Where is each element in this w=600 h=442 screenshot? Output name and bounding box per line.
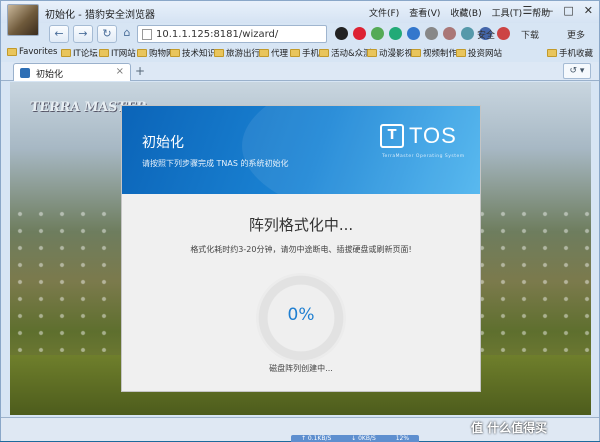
favorites-item[interactable]: 技术知识: [170, 47, 216, 59]
more-button[interactable]: 更多: [567, 28, 585, 41]
folder-icon: [7, 48, 17, 56]
favorites-item[interactable]: 购物网: [137, 47, 175, 59]
window-icon[interactable]: [461, 27, 474, 40]
favorites-item[interactable]: 视频制作: [411, 47, 457, 59]
tab-favicon-icon: [20, 68, 30, 78]
translate-icon[interactable]: [389, 27, 402, 40]
window-controls: ☰ — □ ✕: [523, 4, 594, 17]
favorites-item[interactable]: Favorites: [7, 47, 57, 57]
folder-icon: [411, 49, 421, 57]
menu-favorites[interactable]: 收藏(B): [450, 6, 481, 19]
title-bar: 初始化 - 猎豹安全浏览器 文件(F) 查看(V) 收藏(B) 工具(T) 帮助…: [1, 1, 599, 23]
menu-tools[interactable]: 工具(T): [492, 6, 523, 19]
navigation-bar: ← → ↻ ⌂ 10.1.1.125:8181/wizard/ 安全 下载 更多: [1, 23, 599, 45]
download-button[interactable]: 下载: [521, 28, 539, 41]
favorites-item[interactable]: 旅游出行: [214, 47, 260, 59]
back-button[interactable]: ←: [49, 25, 69, 43]
window-title: 初始化 - 猎豹安全浏览器: [45, 10, 155, 21]
progress-percent: 0%: [287, 305, 315, 325]
tos-tagline: TerraMaster Operating System: [382, 154, 465, 159]
hamburger-menu-icon[interactable]: ☰: [523, 4, 533, 17]
dialog-title: 初始化: [142, 135, 184, 151]
folder-icon: [456, 49, 466, 57]
tos-mark-icon: T: [380, 124, 404, 148]
format-heading: 阵列格式化中...: [248, 216, 354, 234]
maximize-button[interactable]: □: [563, 4, 573, 17]
shield-icon[interactable]: [497, 27, 510, 40]
tab-close-icon[interactable]: ×: [116, 66, 124, 77]
screenshot-icon[interactable]: [425, 27, 438, 40]
browser-window: 初始化 - 猎豹安全浏览器 文件(F) 查看(V) 收藏(B) 工具(T) 帮助…: [0, 0, 600, 442]
favorites-item[interactable]: IT论坛: [61, 47, 98, 59]
new-tab-button[interactable]: +: [135, 64, 145, 78]
menu-view[interactable]: 查看(V): [409, 6, 440, 19]
format-warning: 格式化耗时约3-20分钟，请勿中途断电、插拔硬盘或刷新页面!: [190, 245, 412, 254]
folder-icon: [61, 49, 71, 57]
favorites-item[interactable]: 动漫影视: [367, 47, 413, 59]
check-icon[interactable]: [371, 27, 384, 40]
safe-label[interactable]: 安全: [477, 28, 495, 41]
favorites-item[interactable]: 活动&众测: [319, 47, 372, 59]
refresh-button[interactable]: ↻: [97, 25, 117, 43]
home-button[interactable]: ⌂: [117, 25, 137, 43]
minimize-button[interactable]: —: [542, 4, 553, 17]
folder-icon: [319, 49, 329, 57]
address-bar[interactable]: 10.1.1.125:8181/wizard/: [137, 25, 327, 43]
tos-logo: T TOS: [380, 123, 457, 149]
dialog-subtitle: 请按照下列步骤完成 TNAS 的系统初始化: [142, 159, 289, 168]
folder-icon: [170, 49, 180, 57]
folder-icon: [137, 49, 147, 57]
extension-icon[interactable]: [407, 27, 420, 40]
tab-bar: 初始化 × + ↺ ▾: [1, 62, 599, 81]
cut-icon[interactable]: [443, 27, 456, 40]
favorites-bar: Favorites IT论坛 IT网站 购物网 技术知识 旅游出行 代理 手机 …: [1, 45, 599, 61]
page-icon: [142, 29, 152, 40]
watermark: 值 什么值得买: [471, 421, 548, 435]
menu-file[interactable]: 文件(F): [369, 6, 399, 19]
tab-label: 初始化: [36, 70, 64, 80]
dialog-header: 初始化 请按照下列步骤完成 TNAS 的系统初始化 T TOS TerraMas…: [122, 106, 480, 194]
page-content: TERRA MASTER 初始化 请按照下列步骤完成 TNAS 的系统初始化 T…: [10, 82, 591, 415]
close-button[interactable]: ✕: [584, 4, 593, 17]
folder-icon: [367, 49, 377, 57]
folder-icon: [214, 49, 224, 57]
folder-icon: [99, 49, 109, 57]
folder-icon: [259, 49, 269, 57]
tab-initialize[interactable]: 初始化 ×: [13, 63, 131, 81]
progress-ring: 0%: [256, 273, 346, 363]
adblock-icon[interactable]: [353, 27, 366, 40]
user-avatar[interactable]: [7, 4, 39, 36]
tos-brand-name: TOS: [409, 123, 457, 148]
folder-icon: [290, 49, 300, 57]
folder-icon: [547, 49, 557, 57]
favorites-item[interactable]: 手机: [290, 47, 319, 59]
favorites-item[interactable]: IT网站: [99, 47, 136, 59]
favorites-item[interactable]: 代理: [259, 47, 288, 59]
favorites-item[interactable]: 投资网站: [456, 47, 502, 59]
forward-button[interactable]: →: [73, 25, 93, 43]
favorites-item[interactable]: 手机收藏: [547, 47, 593, 59]
progress-status: 磁盘阵列创建中...: [269, 364, 333, 373]
url-text[interactable]: 10.1.1.125:8181/wizard/: [156, 29, 278, 40]
security-shield-icon[interactable]: [335, 27, 348, 40]
init-wizard-dialog: 初始化 请按照下列步骤完成 TNAS 的系统初始化 T TOS TerraMas…: [121, 105, 481, 392]
restore-tab-button[interactable]: ↺ ▾: [563, 63, 591, 79]
